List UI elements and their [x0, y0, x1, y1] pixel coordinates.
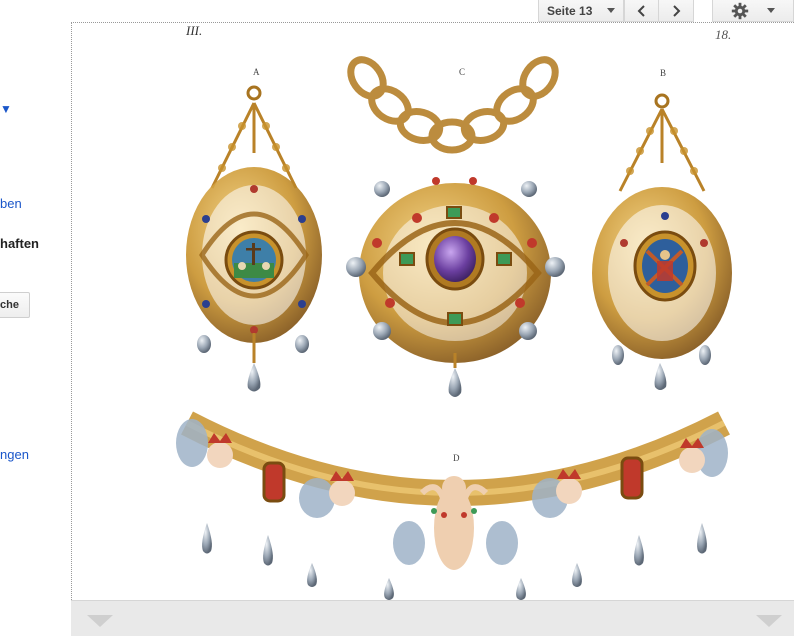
- plate-illustration: III. 18. A C B D: [176, 23, 732, 636]
- left-sidebar: ▼ ben haften che ngen: [0, 22, 70, 636]
- page-number: 18.: [715, 27, 731, 42]
- chevron-down-icon: [767, 8, 775, 13]
- chevron-down-icon: [607, 8, 615, 13]
- viewer-bottom-bar: [71, 600, 794, 636]
- pendant-c: [346, 56, 565, 397]
- prev-page-button[interactable]: [624, 0, 659, 22]
- page-select-label: Seite 13: [547, 3, 593, 18]
- label-b: B: [660, 68, 666, 78]
- scroll-down-icon[interactable]: [87, 615, 113, 627]
- label-c: C: [459, 67, 465, 77]
- chevron-left-icon: [637, 4, 645, 17]
- pendant-b: [592, 93, 732, 390]
- chevron-right-icon: [673, 4, 681, 17]
- pendant-a: [186, 85, 322, 392]
- page-select[interactable]: Seite 13: [538, 0, 624, 22]
- plate-number: III.: [185, 23, 202, 38]
- sidebar-link[interactable]: ben: [0, 196, 22, 211]
- label-a: A: [253, 67, 260, 77]
- label-d: D: [453, 453, 460, 463]
- sidebar-link-2[interactable]: ngen: [0, 447, 29, 462]
- triangle-down-icon[interactable]: ▼: [0, 102, 12, 116]
- top-toolbar: Seite 13: [0, 0, 794, 22]
- sidebar-search-button[interactable]: che: [0, 292, 30, 318]
- sidebar-heading: haften: [0, 236, 39, 251]
- next-page-button[interactable]: [658, 0, 694, 22]
- page-viewer[interactable]: III. 18. A C B D: [71, 22, 794, 636]
- scroll-down-icon-right[interactable]: [756, 615, 782, 627]
- sidebar-button-label: che: [0, 299, 19, 311]
- gear-icon: [731, 2, 749, 19]
- settings-button[interactable]: [712, 0, 794, 22]
